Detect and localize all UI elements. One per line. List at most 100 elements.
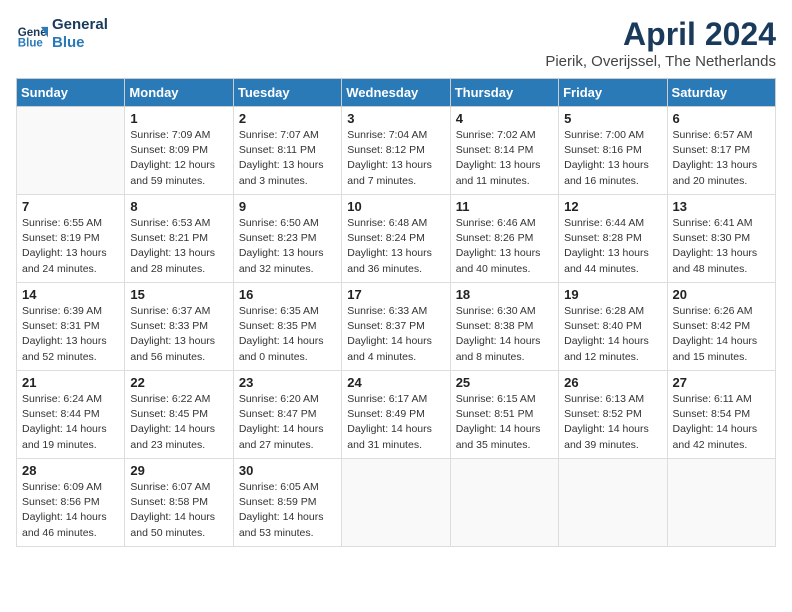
- svg-text:Blue: Blue: [18, 37, 44, 49]
- day-number: 28: [22, 463, 119, 478]
- day-number: 16: [239, 287, 336, 302]
- calendar-body: 1 Sunrise: 7:09 AMSunset: 8:09 PMDaylight…: [17, 107, 776, 547]
- col-header-tuesday: Tuesday: [233, 79, 341, 107]
- day-cell: 29 Sunrise: 6:07 AMSunset: 8:58 PMDayligh…: [125, 459, 233, 547]
- day-cell: [559, 459, 667, 547]
- day-info: Sunrise: 6:57 AMSunset: 8:17 PMDaylight:…: [673, 128, 770, 189]
- day-cell: 16 Sunrise: 6:35 AMSunset: 8:35 PMDayligh…: [233, 283, 341, 371]
- day-info: Sunrise: 6:46 AMSunset: 8:26 PMDaylight:…: [456, 216, 553, 277]
- day-cell: 2 Sunrise: 7:07 AMSunset: 8:11 PMDaylight…: [233, 107, 341, 195]
- calendar-header-row: SundayMondayTuesdayWednesdayThursdayFrid…: [17, 79, 776, 107]
- day-cell: 10 Sunrise: 6:48 AMSunset: 8:24 PMDayligh…: [342, 195, 450, 283]
- day-info: Sunrise: 6:33 AMSunset: 8:37 PMDaylight:…: [347, 304, 444, 365]
- day-info: Sunrise: 6:48 AMSunset: 8:24 PMDaylight:…: [347, 216, 444, 277]
- day-number: 14: [22, 287, 119, 302]
- day-info: Sunrise: 6:24 AMSunset: 8:44 PMDaylight:…: [22, 392, 119, 453]
- day-cell: [450, 459, 558, 547]
- day-info: Sunrise: 6:17 AMSunset: 8:49 PMDaylight:…: [347, 392, 444, 453]
- day-number: 6: [673, 111, 770, 126]
- day-number: 29: [130, 463, 227, 478]
- day-number: 5: [564, 111, 661, 126]
- day-cell: 30 Sunrise: 6:05 AMSunset: 8:59 PMDayligh…: [233, 459, 341, 547]
- day-cell: [342, 459, 450, 547]
- day-cell: 14 Sunrise: 6:39 AMSunset: 8:31 PMDayligh…: [17, 283, 125, 371]
- day-cell: 6 Sunrise: 6:57 AMSunset: 8:17 PMDaylight…: [667, 107, 775, 195]
- day-cell: 25 Sunrise: 6:15 AMSunset: 8:51 PMDayligh…: [450, 371, 558, 459]
- day-cell: 3 Sunrise: 7:04 AMSunset: 8:12 PMDaylight…: [342, 107, 450, 195]
- day-cell: 28Sunrise: 6:09 AMSunset: 8:56 PMDayligh…: [17, 459, 125, 547]
- day-cell: 11 Sunrise: 6:46 AMSunset: 8:26 PMDayligh…: [450, 195, 558, 283]
- title-block: April 2024 Pierik, Overijssel, The Nethe…: [545, 16, 776, 70]
- day-info: Sunrise: 6:07 AMSunset: 8:58 PMDaylight:…: [130, 480, 227, 541]
- day-cell: 17 Sunrise: 6:33 AMSunset: 8:37 PMDayligh…: [342, 283, 450, 371]
- day-cell: [667, 459, 775, 547]
- day-number: 12: [564, 199, 661, 214]
- day-info: Sunrise: 6:30 AMSunset: 8:38 PMDaylight:…: [456, 304, 553, 365]
- day-cell: 12 Sunrise: 6:44 AMSunset: 8:28 PMDayligh…: [559, 195, 667, 283]
- day-number: 10: [347, 199, 444, 214]
- day-cell: 4Sunrise: 7:02 AMSunset: 8:14 PMDaylight…: [450, 107, 558, 195]
- day-number: 7: [22, 199, 119, 214]
- day-number: 15: [130, 287, 227, 302]
- logo-icon: General Blue: [16, 18, 48, 50]
- day-info: Sunrise: 6:28 AMSunset: 8:40 PMDaylight:…: [564, 304, 661, 365]
- day-number: 27: [673, 375, 770, 390]
- day-number: 23: [239, 375, 336, 390]
- day-info: Sunrise: 6:15 AMSunset: 8:51 PMDaylight:…: [456, 392, 553, 453]
- day-info: Sunrise: 6:37 AMSunset: 8:33 PMDaylight:…: [130, 304, 227, 365]
- day-number: 20: [673, 287, 770, 302]
- col-header-monday: Monday: [125, 79, 233, 107]
- day-info: Sunrise: 7:07 AMSunset: 8:11 PMDaylight:…: [239, 128, 336, 189]
- day-cell: 15 Sunrise: 6:37 AMSunset: 8:33 PMDayligh…: [125, 283, 233, 371]
- day-number: 1: [130, 111, 227, 126]
- day-number: 24: [347, 375, 444, 390]
- week-row-4: 21 Sunrise: 6:24 AMSunset: 8:44 PMDayligh…: [17, 371, 776, 459]
- day-info: Sunrise: 7:02 AMSunset: 8:14 PMDaylight:…: [456, 128, 553, 189]
- day-number: 25: [456, 375, 553, 390]
- week-row-5: 28Sunrise: 6:09 AMSunset: 8:56 PMDayligh…: [17, 459, 776, 547]
- day-cell: 1 Sunrise: 7:09 AMSunset: 8:09 PMDaylight…: [125, 107, 233, 195]
- day-number: 9: [239, 199, 336, 214]
- logo-text: General Blue: [52, 16, 108, 52]
- day-info: Sunrise: 6:11 AMSunset: 8:54 PMDaylight:…: [673, 392, 770, 453]
- month-title: April 2024: [545, 16, 776, 53]
- day-number: 30: [239, 463, 336, 478]
- day-info: Sunrise: 6:35 AMSunset: 8:35 PMDaylight:…: [239, 304, 336, 365]
- day-cell: 26Sunrise: 6:13 AMSunset: 8:52 PMDayligh…: [559, 371, 667, 459]
- week-row-2: 7Sunrise: 6:55 AMSunset: 8:19 PMDaylight…: [17, 195, 776, 283]
- day-info: Sunrise: 6:50 AMSunset: 8:23 PMDaylight:…: [239, 216, 336, 277]
- day-info: Sunrise: 6:44 AMSunset: 8:28 PMDaylight:…: [564, 216, 661, 277]
- day-cell: 20 Sunrise: 6:26 AMSunset: 8:42 PMDayligh…: [667, 283, 775, 371]
- day-number: 21: [22, 375, 119, 390]
- logo: General Blue General Blue: [16, 16, 108, 52]
- day-number: 13: [673, 199, 770, 214]
- col-header-wednesday: Wednesday: [342, 79, 450, 107]
- day-number: 2: [239, 111, 336, 126]
- day-number: 19: [564, 287, 661, 302]
- calendar-table: SundayMondayTuesdayWednesdayThursdayFrid…: [16, 78, 776, 547]
- day-number: 17: [347, 287, 444, 302]
- day-cell: 13 Sunrise: 6:41 AMSunset: 8:30 PMDayligh…: [667, 195, 775, 283]
- day-info: Sunrise: 7:09 AMSunset: 8:09 PMDaylight:…: [130, 128, 227, 189]
- col-header-friday: Friday: [559, 79, 667, 107]
- col-header-saturday: Saturday: [667, 79, 775, 107]
- location: Pierik, Overijssel, The Netherlands: [545, 53, 776, 70]
- day-cell: 24 Sunrise: 6:17 AMSunset: 8:49 PMDayligh…: [342, 371, 450, 459]
- col-header-thursday: Thursday: [450, 79, 558, 107]
- day-info: Sunrise: 7:04 AMSunset: 8:12 PMDaylight:…: [347, 128, 444, 189]
- day-info: Sunrise: 6:53 AMSunset: 8:21 PMDaylight:…: [130, 216, 227, 277]
- day-number: 3: [347, 111, 444, 126]
- day-info: Sunrise: 6:41 AMSunset: 8:30 PMDaylight:…: [673, 216, 770, 277]
- day-info: Sunrise: 6:26 AMSunset: 8:42 PMDaylight:…: [673, 304, 770, 365]
- day-number: 11: [456, 199, 553, 214]
- day-cell: 7Sunrise: 6:55 AMSunset: 8:19 PMDaylight…: [17, 195, 125, 283]
- day-info: Sunrise: 6:39 AMSunset: 8:31 PMDaylight:…: [22, 304, 119, 365]
- day-number: 8: [130, 199, 227, 214]
- day-cell: 18Sunrise: 6:30 AMSunset: 8:38 PMDayligh…: [450, 283, 558, 371]
- day-number: 22: [130, 375, 227, 390]
- day-info: Sunrise: 6:05 AMSunset: 8:59 PMDaylight:…: [239, 480, 336, 541]
- day-cell: 5 Sunrise: 7:00 AMSunset: 8:16 PMDaylight…: [559, 107, 667, 195]
- week-row-3: 14 Sunrise: 6:39 AMSunset: 8:31 PMDayligh…: [17, 283, 776, 371]
- day-info: Sunrise: 7:00 AMSunset: 8:16 PMDaylight:…: [564, 128, 661, 189]
- day-info: Sunrise: 6:20 AMSunset: 8:47 PMDaylight:…: [239, 392, 336, 453]
